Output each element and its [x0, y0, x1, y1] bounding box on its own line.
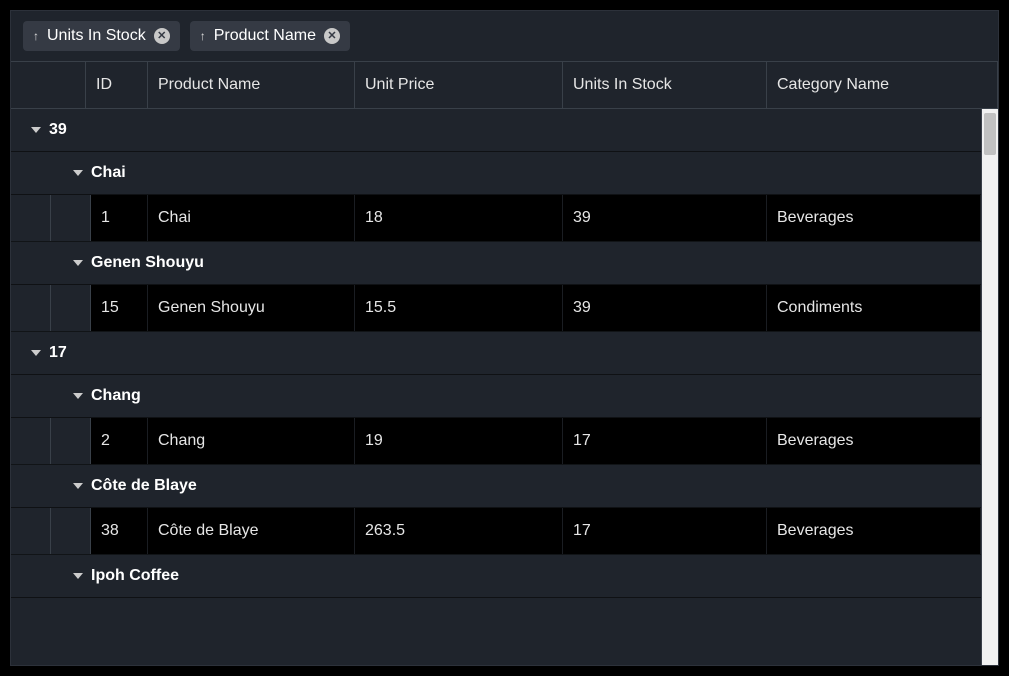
group-panel[interactable]: ↑ Units In Stock ✕ ↑ Product Name ✕	[11, 11, 998, 61]
cell-category-name: Beverages	[767, 508, 981, 554]
vertical-scrollbar[interactable]	[981, 109, 998, 665]
group-indent	[11, 285, 51, 331]
column-header-units-in-stock[interactable]: Units In Stock	[563, 62, 767, 108]
group-indent	[51, 285, 91, 331]
group-row-level-1[interactable]: Ipoh Coffee	[11, 555, 981, 598]
cell-product-name: Chai	[148, 195, 355, 241]
column-header-product-name[interactable]: Product Name	[148, 62, 355, 108]
column-header-unit-price[interactable]: Unit Price	[355, 62, 563, 108]
group-chip-product-name[interactable]: ↑ Product Name ✕	[190, 21, 350, 51]
group-row-level-1[interactable]: Genen Shouyu	[11, 242, 981, 285]
grid-body: 39 Chai 1 Chai 18 39 Beverages	[11, 109, 998, 665]
table-row[interactable]: 2 Chang 19 17 Beverages	[11, 418, 981, 465]
column-header-id[interactable]: ID	[86, 62, 148, 108]
cell-product-name: Côte de Blaye	[148, 508, 355, 554]
sort-asc-icon: ↑	[200, 29, 206, 43]
cell-unit-price: 18	[355, 195, 563, 241]
chevron-down-icon	[31, 127, 41, 133]
sort-asc-icon: ↑	[33, 29, 39, 43]
cell-category-name: Condiments	[767, 285, 981, 331]
cell-id: 38	[91, 508, 148, 554]
cell-units-in-stock: 17	[563, 418, 767, 464]
cell-unit-price: 15.5	[355, 285, 563, 331]
cell-id: 1	[91, 195, 148, 241]
group-row-level-1[interactable]: Chai	[11, 152, 981, 195]
group-row-level-0[interactable]: 17	[11, 332, 981, 375]
group-key: Chai	[91, 164, 126, 182]
cell-product-name: Chang	[148, 418, 355, 464]
data-grid: ↑ Units In Stock ✕ ↑ Product Name ✕ ID P…	[10, 10, 999, 666]
cell-product-name: Genen Shouyu	[148, 285, 355, 331]
group-key: Genen Shouyu	[91, 254, 204, 272]
group-indent	[51, 195, 91, 241]
group-key: 17	[49, 344, 67, 362]
cell-units-in-stock: 39	[563, 195, 767, 241]
group-indent	[11, 418, 51, 464]
group-indent	[11, 195, 51, 241]
cell-id: 2	[91, 418, 148, 464]
column-header-category-name[interactable]: Category Name	[767, 62, 998, 108]
group-row-level-1[interactable]: Côte de Blaye	[11, 465, 981, 508]
group-chip-label: Units In Stock	[47, 27, 146, 45]
group-key: Ipoh Coffee	[91, 567, 179, 585]
group-key: Chang	[91, 387, 141, 405]
group-key: Côte de Blaye	[91, 477, 197, 495]
group-indent	[11, 508, 51, 554]
table-row[interactable]: 1 Chai 18 39 Beverages	[11, 195, 981, 242]
scrollbar-thumb[interactable]	[984, 113, 996, 155]
chevron-down-icon	[73, 393, 83, 399]
chevron-down-icon	[73, 260, 83, 266]
group-indent	[51, 418, 91, 464]
group-chip-units-in-stock[interactable]: ↑ Units In Stock ✕	[23, 21, 180, 51]
cell-id: 15	[91, 285, 148, 331]
grid-body-scroll: 39 Chai 1 Chai 18 39 Beverages	[11, 109, 981, 665]
group-indent	[51, 508, 91, 554]
group-row-level-0[interactable]: 39	[11, 109, 981, 152]
group-key: 39	[49, 121, 67, 139]
cell-units-in-stock: 17	[563, 508, 767, 554]
chevron-down-icon	[31, 350, 41, 356]
cell-unit-price: 263.5	[355, 508, 563, 554]
column-header-row: ID Product Name Unit Price Units In Stoc…	[11, 61, 998, 109]
close-icon[interactable]: ✕	[154, 28, 170, 44]
cell-category-name: Beverages	[767, 418, 981, 464]
chevron-down-icon	[73, 483, 83, 489]
chevron-down-icon	[73, 170, 83, 176]
expand-column-header	[11, 62, 86, 108]
cell-unit-price: 19	[355, 418, 563, 464]
chevron-down-icon	[73, 573, 83, 579]
table-row[interactable]: 38 Côte de Blaye 263.5 17 Beverages	[11, 508, 981, 555]
cell-units-in-stock: 39	[563, 285, 767, 331]
group-row-level-1[interactable]: Chang	[11, 375, 981, 418]
table-row[interactable]: 15 Genen Shouyu 15.5 39 Condiments	[11, 285, 981, 332]
group-chip-label: Product Name	[214, 27, 316, 45]
cell-category-name: Beverages	[767, 195, 981, 241]
close-icon[interactable]: ✕	[324, 28, 340, 44]
